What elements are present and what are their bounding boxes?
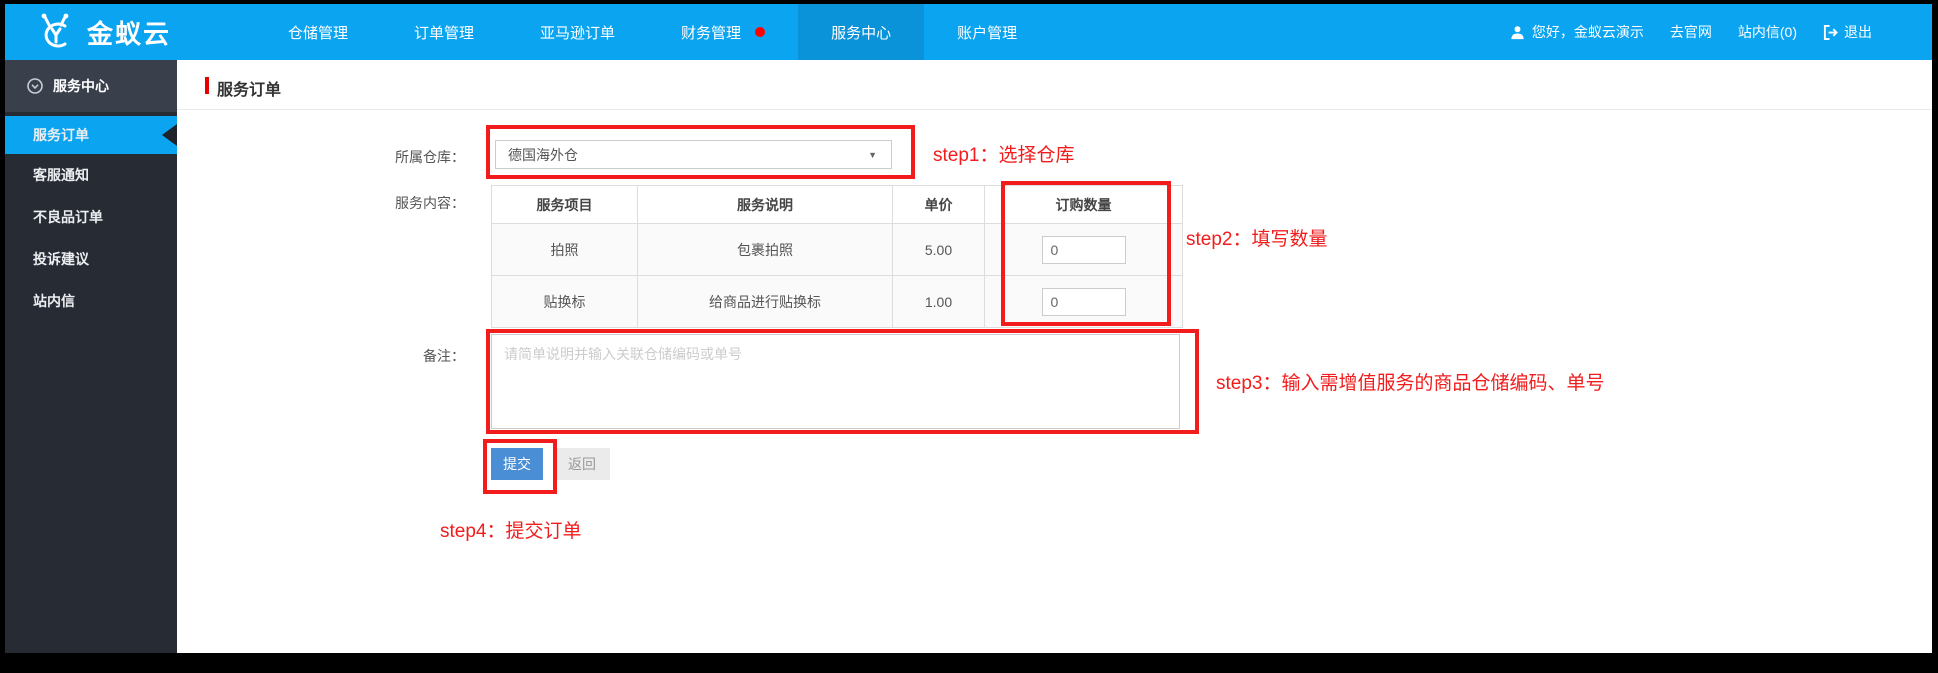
sidebar-item-service-orders[interactable]: 服务订单 <box>5 116 177 154</box>
sidebar-header-service-center[interactable]: 服务中心 <box>5 60 177 112</box>
cell-service-item: 贴换标 <box>491 275 638 328</box>
step1-annotation: step1：选择仓库 <box>933 145 1075 166</box>
circle-chevron-icon <box>27 78 43 94</box>
cell-unit-price: 5.00 <box>892 223 985 276</box>
sidebar-item-site-mail[interactable]: 站内信 <box>5 280 177 322</box>
cell-order-qty <box>984 223 1183 276</box>
step2-annotation: step2：填写数量 <box>1186 229 1328 250</box>
back-button[interactable]: 返回 <box>554 448 610 480</box>
remark-label: 备注： <box>423 348 465 364</box>
sidebar-header-label: 服务中心 <box>53 78 109 94</box>
cell-service-item: 拍照 <box>491 223 638 276</box>
title-marker <box>205 77 209 94</box>
sidebar-item-label: 服务订单 <box>33 127 89 143</box>
site-mail-link[interactable]: 站内信(0) <box>1738 22 1797 42</box>
nav-item-finance[interactable]: 财务管理 <box>648 4 798 60</box>
step3-annotation: step3：输入需增值服务的商品仓储编码、单号 <box>1216 373 1605 394</box>
warehouse-select-value: 德国海外仓 <box>508 146 578 163</box>
table-header-row: 服务项目 服务说明 单价 订购数量 <box>491 185 1183 224</box>
cell-unit-price: 1.00 <box>892 275 985 328</box>
official-site-label: 去官网 <box>1669 24 1712 40</box>
sidebar-item-label: 站内信 <box>33 293 75 309</box>
cell-service-desc: 包裹拍照 <box>637 223 893 276</box>
sidebar-item-defective-orders[interactable]: 不良品订单 <box>5 196 177 238</box>
main-nav: 仓储管理 订单管理 亚马逊订单 财务管理 服务中心 账户管理 <box>255 4 1050 60</box>
submit-button[interactable]: 提交 <box>491 448 543 480</box>
col-service-item: 服务项目 <box>491 185 638 224</box>
active-item-arrow-icon <box>162 124 177 146</box>
col-order-qty: 订购数量 <box>984 185 1183 224</box>
nav-item-amazon-orders[interactable]: 亚马逊订单 <box>507 4 648 60</box>
cell-order-qty <box>984 275 1183 328</box>
user-greeting: 您好，金蚁云演示 <box>1510 22 1644 42</box>
qty-input-photo[interactable] <box>1041 235 1126 264</box>
logo-text: 金蚁云 <box>87 18 172 49</box>
site-mail-label: 站内信(0) <box>1737 24 1797 40</box>
cell-service-desc: 给商品进行贴换标 <box>637 275 893 328</box>
official-site-link[interactable]: 去官网 <box>1670 22 1712 42</box>
sidebar-item-complaints[interactable]: 投诉建议 <box>5 238 177 280</box>
page-header <box>177 60 1932 110</box>
app-window: 金蚁云 仓储管理 订单管理 亚马逊订单 财务管理 服务中心 账户管理 您好，金蚁… <box>0 0 1938 673</box>
page-title: 服务订单 <box>217 82 282 99</box>
step4-annotation: step4：提交订单 <box>440 521 582 542</box>
nav-item-orders[interactable]: 订单管理 <box>381 4 507 60</box>
notification-dot <box>755 27 766 37</box>
sidebar-item-label: 不良品订单 <box>33 209 103 225</box>
user-icon <box>1511 25 1524 39</box>
sidebar: 服务中心 服务订单 客服通知 不良品订单 投诉建议 站内信 <box>5 60 177 653</box>
sidebar-item-label: 投诉建议 <box>33 251 89 267</box>
nav-item-warehouse[interactable]: 仓储管理 <box>255 4 381 60</box>
col-unit-price: 单价 <box>892 185 985 224</box>
nav-item-account[interactable]: 账户管理 <box>924 4 1050 60</box>
logout-label: 退出 <box>1844 24 1872 40</box>
user-greeting-text: 您好，金蚁云演示 <box>1531 24 1644 40</box>
warehouse-select[interactable]: 德国海外仓 ▼ <box>495 140 892 169</box>
remark-textarea[interactable] <box>491 334 1180 429</box>
logout-link[interactable]: 退出 <box>1823 22 1872 42</box>
sidebar-item-cs-notice[interactable]: 客服通知 <box>5 154 177 196</box>
warehouse-label: 所属仓库： <box>395 149 465 165</box>
topbar-right: 您好，金蚁云演示 去官网 站内信(0) 退出 <box>1510 4 1872 60</box>
chevron-down-icon: ▼ <box>868 150 877 160</box>
nav-item-finance-label: 财务管理 <box>681 24 742 42</box>
sidebar-item-label: 客服通知 <box>33 167 89 183</box>
logo[interactable]: 金蚁云 <box>35 4 171 60</box>
table-row: 贴换标 给商品进行贴换标 1.00 <box>491 275 1183 328</box>
logo-icon <box>41 13 69 48</box>
topbar: 金蚁云 仓储管理 订单管理 亚马逊订单 财务管理 服务中心 账户管理 您好，金蚁… <box>5 4 1932 60</box>
service-table: 服务项目 服务说明 单价 订购数量 拍照 包裹拍照 5.00 贴换标 给商品进行… <box>491 185 1183 328</box>
qty-input-relabel[interactable] <box>1041 287 1126 316</box>
service-content-label: 服务内容： <box>395 195 465 211</box>
nav-item-service-center[interactable]: 服务中心 <box>798 4 925 60</box>
col-service-desc: 服务说明 <box>637 185 893 224</box>
table-row: 拍照 包裹拍照 5.00 <box>491 223 1183 276</box>
logout-icon <box>1823 24 1838 40</box>
